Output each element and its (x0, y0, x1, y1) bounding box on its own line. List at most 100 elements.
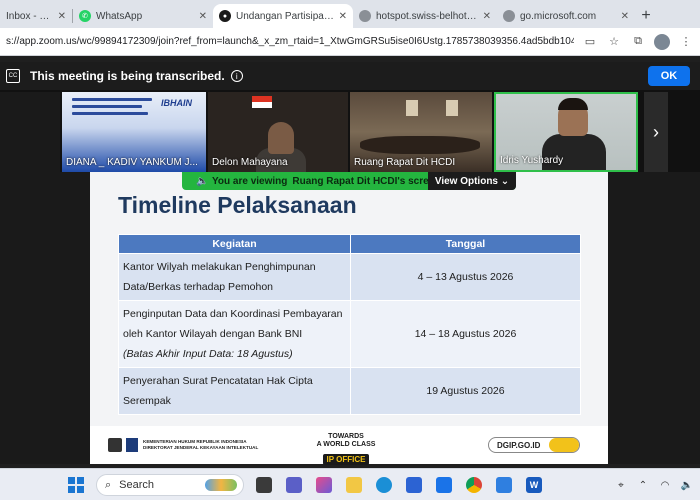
tab-label: Inbox - Search (6, 10, 54, 22)
transcription-banner: CC This meeting is being transcribed. i … (0, 62, 700, 90)
collections-icon[interactable]: ⧉ (630, 34, 646, 50)
participant-video (542, 134, 606, 170)
file-explorer-icon[interactable] (346, 477, 362, 493)
table-row: Penginputan Data dan Koordinasi Pembayar… (118, 300, 581, 368)
close-icon[interactable]: ✕ (483, 11, 491, 22)
search-placeholder: Search (119, 479, 155, 491)
participant-video (558, 98, 588, 110)
video-strip: IBHAIN DIANA _ KADIV YANKUM J... Delon M… (0, 90, 700, 172)
tab-label: hotspot.swiss-belhotel|amb (376, 10, 479, 22)
tanggal-cell: 19 Agustus 2026 (350, 367, 581, 415)
page-icon (503, 10, 515, 22)
tab-label: WhatsApp (96, 10, 143, 22)
screen-share-area: 🔈 You are viewing Ruang Rapat Dit HCDI's… (0, 172, 700, 467)
kegiatan-cell: Kantor Wilyah melakukan Penghimpunan Dat… (118, 253, 351, 301)
directorate-name: DIREKTORAT JENDERAL KEKAYAAN INTELEKTUAL (143, 445, 259, 450)
view-options-button[interactable]: View Options ⌄ (428, 172, 516, 190)
tanggal-cell: 14 – 18 Agustus 2026 (350, 300, 581, 368)
globe-icon (359, 10, 371, 22)
url-field[interactable]: s://app.zoom.us/wc/99894172309/join?ref_… (6, 36, 574, 47)
tab-whatsapp[interactable]: ✆ WhatsApp ✕ (73, 4, 213, 28)
profile-avatar[interactable] (654, 33, 670, 50)
viewing-source: Ruang Rapat Dit HCDI's screen (292, 175, 441, 187)
viewing-indicator: 🔈 You are viewing Ruang Rapat Dit HCDI's… (182, 172, 516, 190)
participant-name: DIANA _ KADIV YANKUM J... (66, 157, 198, 168)
ip-badge: IP OFFICE (322, 454, 370, 465)
column-header: Tanggal (350, 234, 581, 254)
search-icon: ⌕ (105, 478, 112, 491)
task-view-icon[interactable] (256, 477, 272, 493)
room-decor (446, 100, 458, 116)
tab-inbox[interactable]: Inbox - Search ✕ (0, 4, 72, 28)
djki-icon (126, 438, 138, 452)
kemenkum-logo: KEMENTERIAN HUKUM REPUBLIK INDONESIA DIR… (108, 438, 258, 452)
tab-hotspot[interactable]: hotspot.swiss-belhotel|amb ✕ (353, 4, 497, 28)
ip-office-logo: TOWARDS A WORLD CLASS IP OFFICE (306, 433, 386, 467)
location-icon[interactable]: ⌖ (614, 478, 628, 492)
banner-message: This meeting is being transcribed. (30, 69, 225, 83)
star-icon[interactable]: ☆ (606, 34, 622, 50)
new-tab-button[interactable]: + (635, 4, 657, 28)
ip-line1: TOWARDS (328, 433, 364, 440)
captions-icon: CC (6, 69, 20, 83)
zoom-icon[interactable] (496, 477, 512, 493)
shared-slide: Timeline Pelaksanaan Kegiatan Tanggal Ka… (90, 172, 608, 467)
system-tray: ⌖ ⌃ ◠ 🔈 (606, 478, 694, 492)
close-icon[interactable]: ✕ (58, 11, 66, 22)
toggle-icon (549, 438, 579, 452)
dgip-url: DGIP.GO.ID (497, 440, 541, 450)
viewing-prefix: You are viewing (212, 175, 288, 187)
slide-title: Timeline Pelaksanaan (118, 192, 357, 218)
speaker-icon: 🔈 (196, 175, 209, 187)
tab-microsoft[interactable]: go.microsoft.com ✕ (497, 4, 635, 28)
table-row: Kantor Wilyah melakukan Penghimpunan Dat… (118, 253, 581, 301)
more-icon[interactable]: ⋮ (678, 34, 694, 50)
taskbar-search[interactable]: ⌕ Search (96, 474, 244, 496)
dgip-badge: DGIP.GO.ID (488, 437, 580, 453)
tab-zoom-meeting[interactable]: ● Undangan Partisipasi di ✕ (213, 4, 353, 28)
kegiatan-cell: Penginputan Data dan Koordinasi Pembayar… (118, 300, 351, 368)
app-icon[interactable] (436, 477, 452, 493)
column-header: Kegiatan (118, 234, 351, 254)
chrome-icon[interactable] (466, 477, 482, 493)
chevron-right-icon[interactable]: › (644, 92, 668, 172)
ip-line2: A WORLD CLASS (316, 441, 376, 448)
table-row: Penyerahan Surat Pencatatan Hak Cipta Se… (118, 367, 581, 415)
wifi-icon[interactable]: ◠ (658, 478, 672, 492)
participant-video (360, 136, 480, 154)
chevron-up-icon[interactable]: ⌃ (636, 478, 650, 492)
video-strip-edge (0, 92, 60, 172)
info-icon[interactable]: i (230, 70, 243, 82)
volume-icon[interactable]: 🔈 (680, 478, 694, 492)
participant-name: Delon Mahayana (212, 157, 288, 168)
teams-icon[interactable] (286, 477, 302, 493)
zoom-record-icon: ● (219, 10, 231, 22)
address-bar: s://app.zoom.us/wc/99894172309/join?ref_… (0, 28, 700, 56)
ok-button[interactable]: OK (648, 66, 690, 86)
participant-name: Idris Yushardy (500, 155, 564, 166)
tab-label: Undangan Partisipasi di (236, 10, 335, 22)
participant-tile[interactable]: Delon Mahayana (208, 92, 348, 172)
room-decor (406, 100, 418, 116)
tile-logo: IBHAIN (161, 98, 192, 108)
close-icon[interactable]: ✕ (339, 11, 347, 22)
windows-start-icon[interactable] (68, 477, 84, 493)
deadline-note: (Batas Akhir Input Data: 18 Agustus) (123, 348, 293, 360)
close-icon[interactable]: ✕ (621, 11, 629, 22)
emblem-icon (108, 438, 122, 452)
word-icon[interactable]: W (526, 477, 542, 493)
tab-label: go.microsoft.com (520, 10, 597, 22)
copilot-icon[interactable] (316, 477, 332, 493)
active-speaker-tile[interactable]: Idris Yushardy (494, 92, 638, 172)
tanggal-cell: 4 – 13 Agustus 2026 (350, 253, 581, 301)
close-icon[interactable]: ✕ (199, 11, 207, 22)
windows-taskbar: ⌕ Search W ⌖ ⌃ ◠ 🔈 (0, 468, 700, 500)
store-icon[interactable] (406, 477, 422, 493)
whatsapp-icon: ✆ (79, 10, 91, 22)
participant-tile[interactable]: Ruang Rapat Dit HCDI (350, 92, 492, 172)
shared-document-thumbnail (72, 98, 152, 128)
participant-tile[interactable]: IBHAIN DIANA _ KADIV YANKUM J... (62, 92, 206, 172)
timeline-table: Kegiatan Tanggal Kantor Wilyah melakukan… (118, 234, 581, 415)
edge-icon[interactable] (376, 477, 392, 493)
camera-icon[interactable]: ▭ (582, 34, 598, 50)
